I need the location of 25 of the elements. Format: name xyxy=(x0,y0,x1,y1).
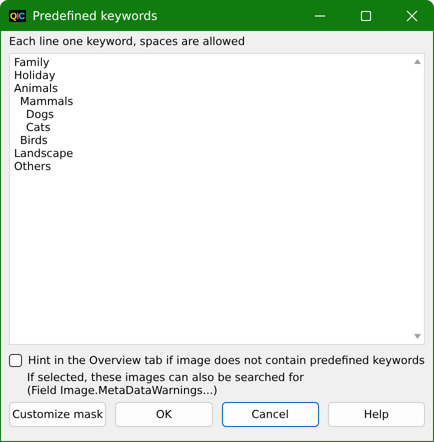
hint-description: (Field Image.MetaDataWarnings...) xyxy=(27,384,218,397)
keyword-line: Dogs xyxy=(26,108,54,121)
keyword-line: Landscape xyxy=(14,147,74,160)
keyword-line: Animals xyxy=(14,82,58,95)
app-logo: QIC xyxy=(9,10,26,22)
dialog-button[interactable]: Help xyxy=(328,402,425,427)
keyword-line: Family xyxy=(14,56,50,69)
keyword-line: Cats xyxy=(26,121,50,134)
dialog-button[interactable]: Customize mask xyxy=(9,402,106,427)
scroll-up-icon[interactable] xyxy=(414,59,420,64)
maximize-icon[interactable] xyxy=(360,10,372,22)
dialog-button[interactable]: Cancel xyxy=(222,402,319,427)
keyword-line: Birds xyxy=(20,134,48,147)
dialog-button[interactable]: OK xyxy=(115,402,212,427)
close-icon[interactable] xyxy=(406,10,418,22)
keyword-line: Holiday xyxy=(14,69,56,82)
keyword-line: Mammals xyxy=(20,95,74,108)
hint-description: If selected, these images can also be searched for xyxy=(27,371,304,384)
checkbox-label[interactable]: Hint in the Overview tab if image does not contain predefined keywords xyxy=(28,354,425,367)
scroll-down-icon[interactable] xyxy=(414,334,420,339)
keyword-line: Others xyxy=(14,160,51,173)
instruction-text: Each line one keyword, spaces are allowed xyxy=(9,35,246,50)
keywords-text-area[interactable]: Family Holiday Animals Mammals Dogs Cats Birds Landscape Others xyxy=(9,53,425,345)
window-title: Predefined keywords xyxy=(32,8,158,22)
checkbox[interactable] xyxy=(9,354,22,367)
